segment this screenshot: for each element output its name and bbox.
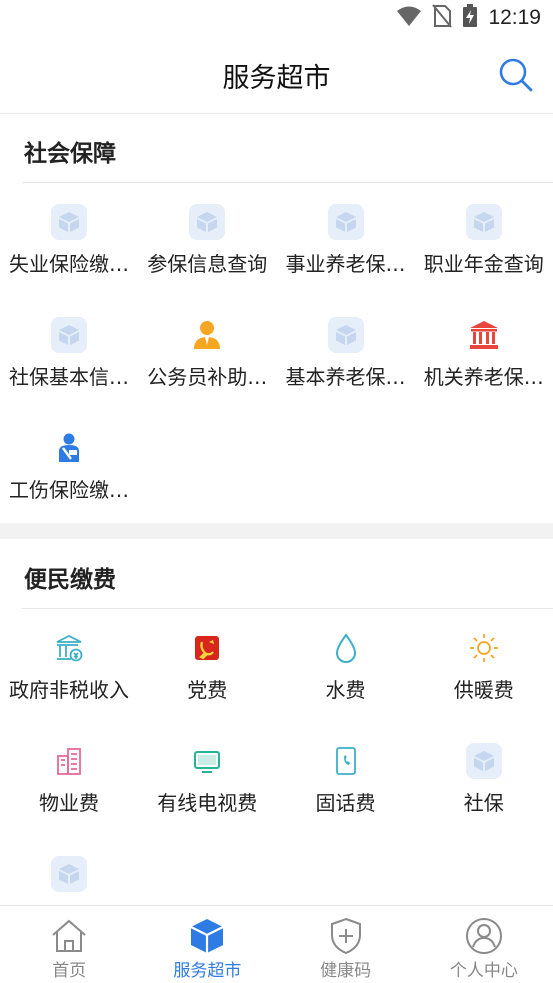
home-icon — [49, 916, 89, 956]
service-item[interactable]: 水费 — [277, 614, 415, 726]
service-item-label: 基本养老保… — [285, 365, 406, 389]
service-item-label: 物业费 — [39, 791, 99, 815]
service-item-label: 事业养老保… — [285, 252, 406, 276]
tab-label: 个人中心 — [449, 961, 518, 981]
service-item-label: 参保信息查询 — [147, 252, 268, 276]
service-item-label: 公务员补助… — [147, 365, 268, 389]
government-revenue-icon — [49, 628, 89, 668]
box-icon — [49, 202, 89, 242]
tab-label: 服务超市 — [173, 961, 242, 981]
section-title-convenience-payment: 便民缴费 — [24, 567, 116, 593]
injured-person-icon — [49, 428, 89, 468]
service-item[interactable]: 社保基本信… — [0, 301, 138, 413]
box-icon — [49, 854, 89, 894]
service-item-label: 有线电视费 — [157, 791, 258, 815]
water-drop-icon — [326, 628, 366, 668]
service-item[interactable]: 失业保险缴… — [0, 188, 138, 300]
service-item-label: 社保基本信… — [9, 365, 129, 389]
service-item[interactable]: 供暖费 — [415, 614, 553, 726]
tab-label: 健康码 — [320, 961, 372, 981]
service-item[interactable]: 事业养老保… — [277, 188, 415, 300]
service-item[interactable]: 公务员补助… — [138, 301, 276, 413]
box-icon — [326, 202, 366, 242]
profile-icon — [464, 916, 504, 956]
health-shield-icon — [326, 916, 366, 956]
government-building-icon — [464, 315, 504, 355]
box-icon — [49, 315, 89, 355]
tab-personal-center[interactable]: 个人中心 — [415, 906, 553, 983]
status-icons: 12:19 — [396, 4, 541, 32]
service-item-label: 供暖费 — [453, 678, 514, 702]
service-item[interactable]: 机关养老保… — [415, 301, 553, 413]
service-item-label: 党费 — [187, 678, 228, 702]
tv-icon — [187, 741, 227, 781]
section-gap — [0, 523, 553, 539]
bottom-tab-bar: 首页 服务超市 健康码 个人中心 — [0, 905, 553, 983]
phone-icon — [326, 741, 366, 781]
service-item[interactable]: 物业费 — [0, 727, 138, 839]
tab-home[interactable]: 首页 — [0, 906, 138, 983]
service-item-label: 水费 — [325, 678, 366, 702]
service-item[interactable]: 职业年金查询 — [415, 188, 553, 300]
no-sim-icon — [432, 4, 453, 32]
header: 服务超市 — [0, 36, 553, 114]
service-item[interactable]: 工伤保险缴… — [0, 414, 138, 526]
service-item-label: 社保 — [463, 791, 504, 815]
page-title: 服务超市 — [222, 63, 331, 94]
service-item-label: 职业年金查询 — [423, 252, 544, 276]
service-item-label: 失业保险缴… — [9, 252, 129, 276]
service-item-label: 固话费 — [315, 791, 376, 815]
service-item[interactable]: 基本养老保… — [277, 301, 415, 413]
service-item[interactable]: 参保信息查询 — [138, 188, 276, 300]
service-item[interactable]: 有线电视费 — [138, 727, 276, 839]
party-emblem-icon — [187, 628, 227, 668]
buildings-icon — [49, 741, 89, 781]
sun-icon — [464, 628, 504, 668]
box-icon — [464, 202, 504, 242]
service-item[interactable]: 固话费 — [277, 727, 415, 839]
service-item-label: 政府非税收入 — [9, 678, 129, 702]
tab-label: 首页 — [52, 961, 87, 981]
search-icon — [499, 58, 533, 92]
box-icon — [187, 202, 227, 242]
service-item-label: 机关养老保… — [423, 365, 544, 389]
battery-charging-icon — [462, 4, 478, 32]
service-item[interactable]: 党费 — [138, 614, 276, 726]
tab-health-code[interactable]: 健康码 — [277, 906, 415, 983]
box-icon — [326, 315, 366, 355]
section-divider — [22, 608, 553, 609]
service-item-label: 工伤保险缴… — [9, 478, 129, 502]
service-item[interactable]: 社保 — [415, 727, 553, 839]
section-title-social-security: 社会保障 — [24, 141, 116, 167]
wifi-icon — [396, 5, 422, 31]
box-icon — [464, 741, 504, 781]
service-item[interactable]: 政府非税收入 — [0, 614, 138, 726]
status-bar: 12:19 — [0, 0, 553, 36]
section-divider — [22, 182, 553, 183]
tab-service-market[interactable]: 服务超市 — [138, 906, 276, 983]
status-time: 12:19 — [488, 6, 541, 29]
search-button[interactable] — [497, 56, 535, 94]
civil-servant-icon — [187, 315, 227, 355]
cube-icon — [187, 916, 227, 956]
